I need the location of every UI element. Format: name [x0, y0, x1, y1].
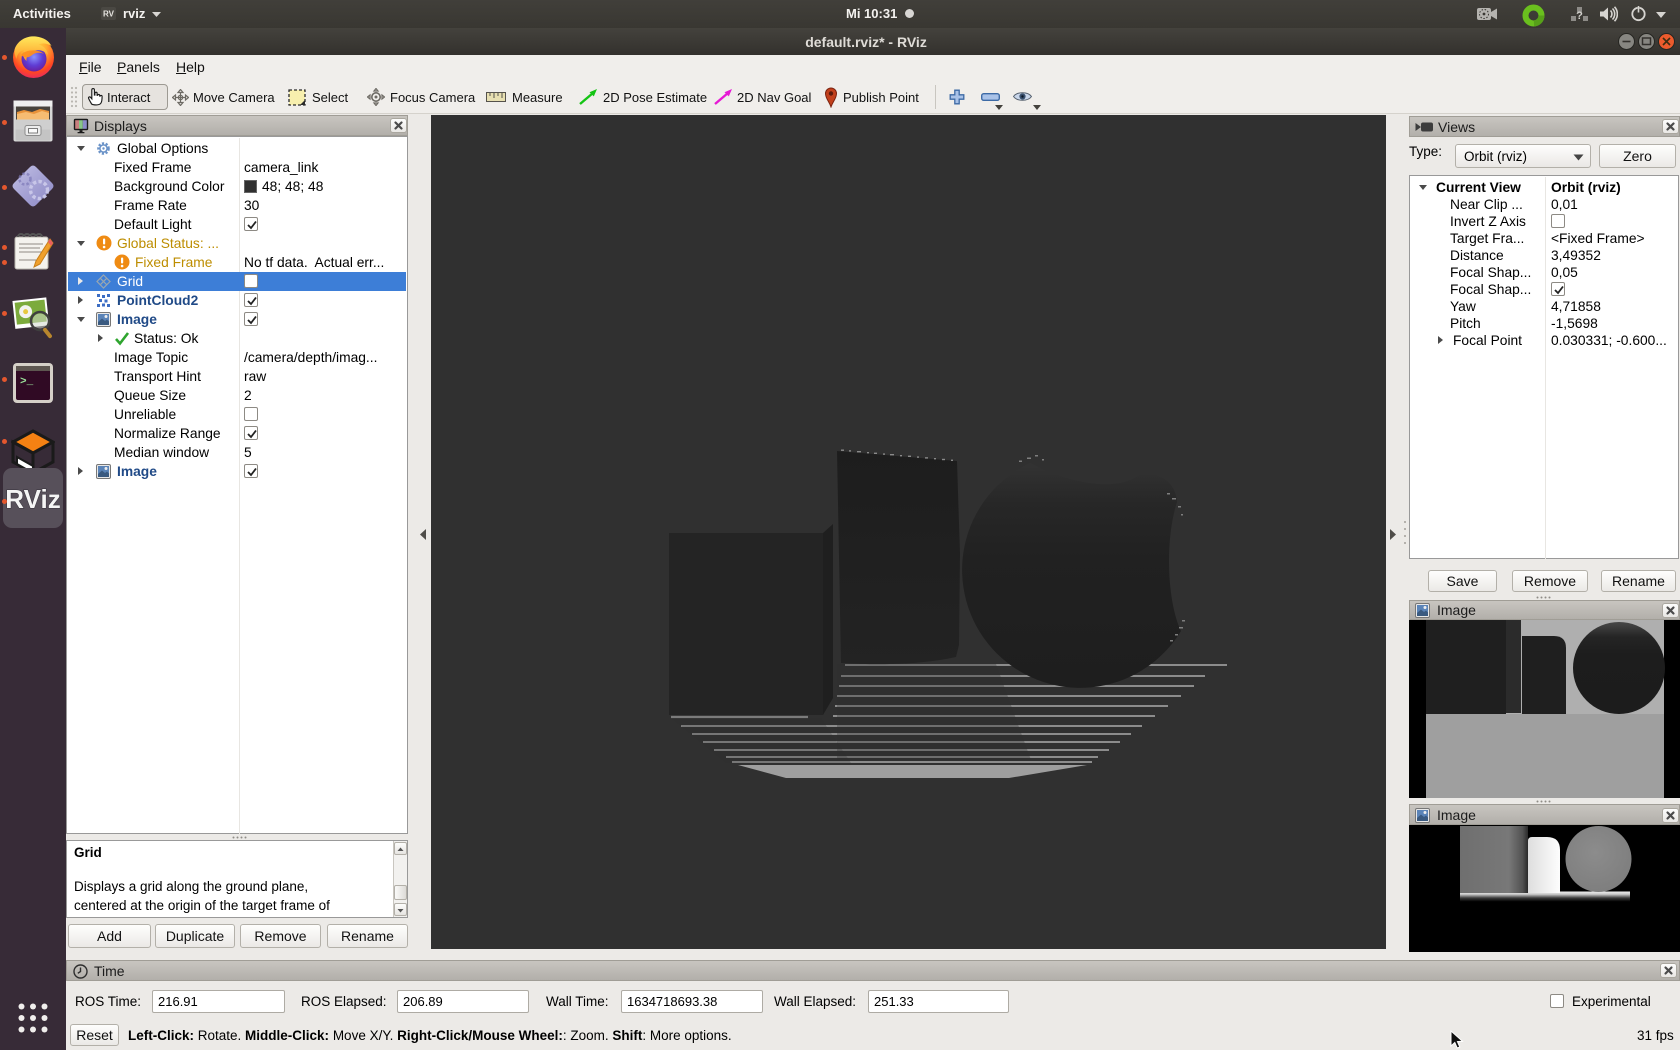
- svg-text:RViz: RViz: [6, 484, 60, 514]
- svg-text:RV: RV: [103, 10, 115, 19]
- svg-text:?: ?: [1576, 10, 1583, 22]
- svg-text:>_: >_: [20, 376, 34, 388]
